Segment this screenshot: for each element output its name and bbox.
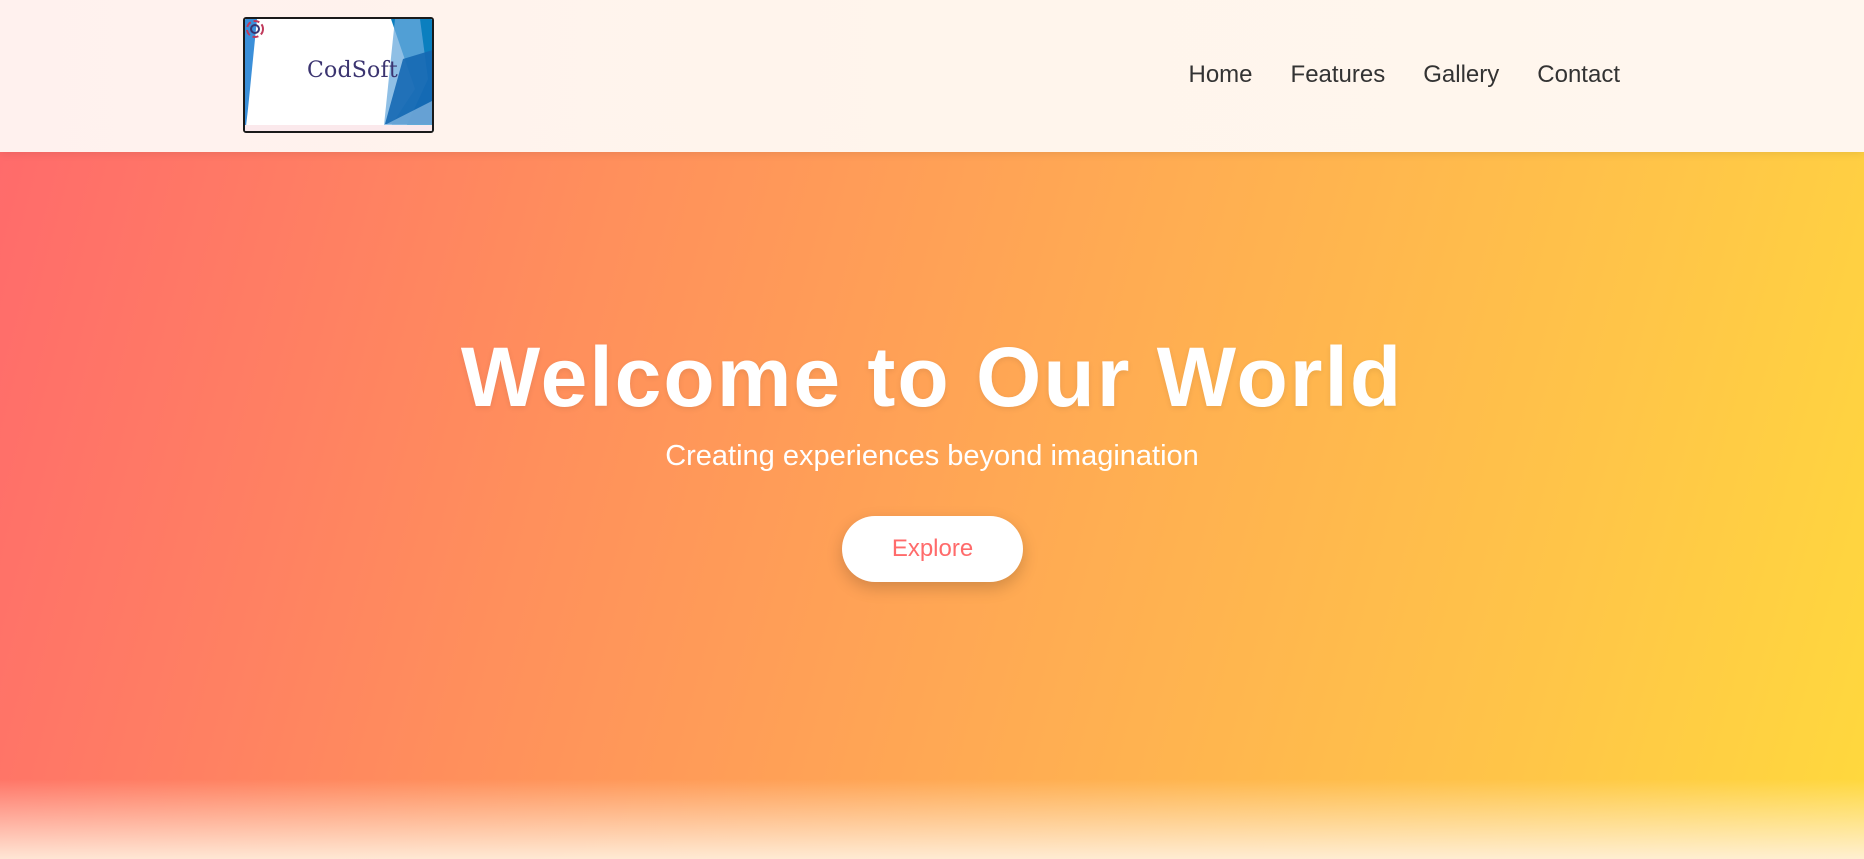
- nav-item-features[interactable]: Features: [1291, 58, 1386, 92]
- hero-bottom-fade: [0, 779, 1864, 859]
- hero-subtitle: Creating experiences beyond imagination: [665, 440, 1199, 472]
- codsoft-logo-icon: [246, 20, 264, 38]
- nav-item-gallery[interactable]: Gallery: [1423, 58, 1499, 92]
- page: CodSoft Home Features Gallery Contact We…: [0, 0, 1864, 859]
- nav-item-contact[interactable]: Contact: [1537, 58, 1620, 92]
- nav-item-home[interactable]: Home: [1189, 58, 1253, 92]
- explore-button[interactable]: Explore: [842, 516, 1023, 582]
- main-nav: Home Features Gallery Contact: [1189, 58, 1621, 92]
- logo[interactable]: CodSoft: [243, 17, 434, 133]
- hero-title: Welcome to Our World: [460, 330, 1404, 424]
- logo-text: CodSoft: [307, 58, 398, 83]
- site-header: CodSoft Home Features Gallery Contact: [0, 0, 1864, 152]
- hero-section: Welcome to Our World Creating experience…: [0, 152, 1864, 859]
